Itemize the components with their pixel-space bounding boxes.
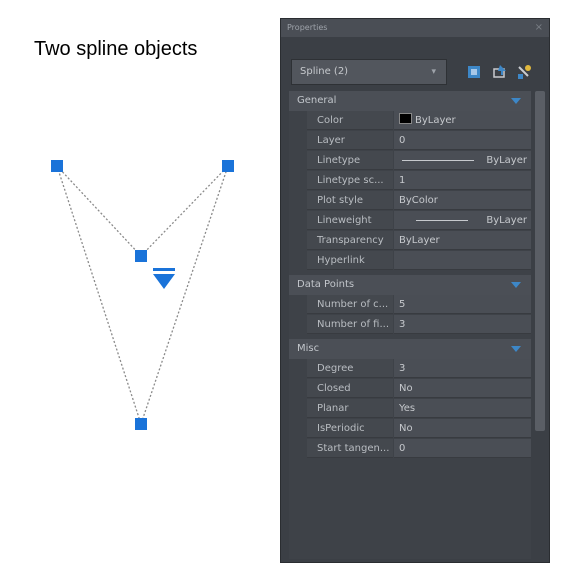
property-row-closed[interactable]: Closed No <box>307 379 531 399</box>
property-value[interactable]: 3 <box>394 315 531 334</box>
drawing-canvas[interactable] <box>0 0 280 570</box>
properties-grid: General Color ByLayer Layer 0 Linetype B… <box>289 91 531 559</box>
property-row-transparency[interactable]: Transparency ByLayer <box>307 231 531 251</box>
object-type-value: Spline (2) <box>300 66 349 77</box>
property-row-plot-style[interactable]: Plot style ByColor <box>307 191 531 211</box>
collapse-icon[interactable] <box>511 282 521 288</box>
linetype-preview <box>402 160 474 161</box>
property-key: Linetype sc... <box>307 171 393 190</box>
property-row-color[interactable]: Color ByLayer <box>307 111 531 131</box>
property-key: Lineweight <box>307 211 393 230</box>
property-key: Color <box>307 111 393 130</box>
property-key: Degree <box>307 359 393 378</box>
quick-select-icon[interactable] <box>515 63 533 81</box>
property-key: Linetype <box>307 151 393 170</box>
property-value[interactable]: ByLayer <box>394 231 531 250</box>
property-value[interactable]: ByLayer <box>394 111 531 130</box>
property-key: Plot style <box>307 191 393 210</box>
property-key: Start tangen... <box>307 439 393 458</box>
property-value[interactable]: 5 <box>394 295 531 314</box>
property-key: Number of fi... <box>307 315 393 334</box>
spline-menu-grip-icon[interactable] <box>153 268 175 289</box>
property-value[interactable]: 0 <box>394 439 531 458</box>
property-row-number-of-control-points[interactable]: Number of c... 5 <box>307 295 531 315</box>
object-type-dropdown[interactable]: Spline (2) ▾ <box>291 59 447 85</box>
property-key: Transparency <box>307 231 393 250</box>
section-general[interactable]: General <box>289 91 531 111</box>
toggle-pickadd-icon[interactable] <box>465 63 483 81</box>
property-value[interactable]: 0 <box>394 131 531 150</box>
property-row-layer[interactable]: Layer 0 <box>307 131 531 151</box>
section-data-points[interactable]: Data Points <box>289 275 531 295</box>
grip-top-left[interactable] <box>51 160 63 172</box>
select-objects-icon[interactable] <box>491 63 509 81</box>
property-row-degree[interactable]: Degree 3 <box>307 359 531 379</box>
chevron-down-icon: ▾ <box>431 67 436 77</box>
property-key: IsPeriodic <box>307 419 393 438</box>
property-value[interactable] <box>394 251 531 270</box>
property-value[interactable]: ByColor <box>394 191 531 210</box>
grip-middle[interactable] <box>135 250 147 262</box>
property-value[interactable]: Yes <box>394 399 531 418</box>
collapse-icon[interactable] <box>511 346 521 352</box>
property-value[interactable]: No <box>394 379 531 398</box>
properties-palette: Properties × Spline (2) ▾ General Color … <box>280 18 550 563</box>
property-row-number-of-fit-points[interactable]: Number of fi... 3 <box>307 315 531 335</box>
property-row-hyperlink[interactable]: Hyperlink <box>307 251 531 271</box>
spline-path[interactable] <box>56 165 229 427</box>
palette-title-bar: Properties × <box>281 19 549 37</box>
property-key: Planar <box>307 399 393 418</box>
property-key: Layer <box>307 131 393 150</box>
property-row-linetype-scale[interactable]: Linetype sc... 1 <box>307 171 531 191</box>
close-icon[interactable]: × <box>535 19 543 37</box>
property-row-isperiodic[interactable]: IsPeriodic No <box>307 419 531 439</box>
grip-top-right[interactable] <box>222 160 234 172</box>
property-value[interactable]: 3 <box>394 359 531 378</box>
property-row-start-tangent[interactable]: Start tangen... 0 <box>307 439 531 459</box>
property-value[interactable]: 1 <box>394 171 531 190</box>
color-swatch <box>399 113 412 124</box>
section-misc[interactable]: Misc <box>289 339 531 359</box>
property-row-linetype[interactable]: Linetype ByLayer <box>307 151 531 171</box>
palette-title: Properties <box>287 23 328 32</box>
lineweight-preview <box>416 220 468 221</box>
property-row-planar[interactable]: Planar Yes <box>307 399 531 419</box>
property-key: Hyperlink <box>307 251 393 270</box>
collapse-icon[interactable] <box>511 98 521 104</box>
scrollbar-thumb[interactable] <box>535 91 545 431</box>
property-value[interactable]: ByLayer <box>394 151 531 170</box>
property-key: Number of c... <box>307 295 393 314</box>
property-value[interactable]: No <box>394 419 531 438</box>
grip-bottom[interactable] <box>135 418 147 430</box>
property-value[interactable]: ByLayer <box>394 211 531 230</box>
property-key: Closed <box>307 379 393 398</box>
property-row-lineweight[interactable]: Lineweight ByLayer <box>307 211 531 231</box>
